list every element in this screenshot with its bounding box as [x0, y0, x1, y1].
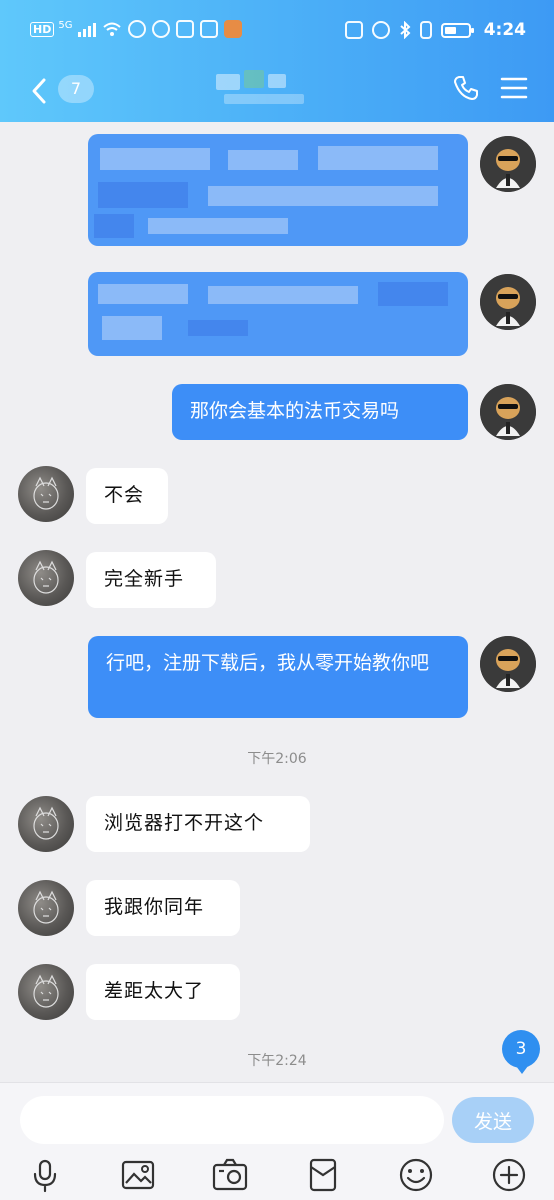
avatar-self[interactable]	[480, 274, 536, 330]
app-notification-icon-3	[200, 20, 219, 38]
message-bubble-outgoing[interactable]: 行吧，注册下载后，我从零开始教你吧	[88, 636, 468, 718]
timestamp: 下午2:24	[247, 1053, 307, 1069]
battery-icon	[440, 22, 474, 38]
wifi-icon	[103, 22, 122, 36]
avatar-self[interactable]	[480, 384, 536, 440]
input-toolbar	[0, 1155, 554, 1200]
phone-call-icon[interactable]	[452, 74, 480, 102]
sketch-cat-avatar-icon	[33, 806, 59, 840]
input-bar: 发送	[0, 1082, 554, 1200]
sketch-cat-avatar-icon	[33, 974, 59, 1008]
alarm-icon	[371, 21, 390, 39]
hd-indicator: HD	[30, 21, 55, 37]
red-packet-icon[interactable]	[303, 1155, 343, 1195]
app-notification-icon-2	[176, 20, 195, 38]
avatar-contact[interactable]	[18, 466, 74, 522]
avatar-contact[interactable]	[18, 550, 74, 606]
network-type: 5G	[58, 19, 73, 31]
chat-app-icon	[152, 20, 171, 38]
unread-count-badge[interactable]: 7	[58, 75, 94, 103]
sketch-cat-avatar-icon	[33, 560, 59, 594]
image-icon[interactable]	[118, 1155, 158, 1195]
message-list[interactable]: 那你会基本的法币交易吗 不会 完全新手 行吧，注册下载后，我从零开始教你吧 下午…	[0, 122, 554, 1082]
back-chevron-icon[interactable]	[28, 76, 52, 106]
cartoon-avatar-icon	[480, 384, 536, 440]
message-bubble-incoming[interactable]: 不会	[86, 468, 168, 524]
status-left: HD 5G	[30, 19, 243, 38]
cartoon-avatar-icon	[480, 136, 536, 192]
plus-icon[interactable]	[489, 1155, 529, 1195]
new-message-count-badge[interactable]: 3	[502, 1030, 540, 1074]
microphone-icon[interactable]	[25, 1155, 65, 1195]
message-bubble-outgoing[interactable]: 那你会基本的法币交易吗	[172, 384, 468, 440]
message-input[interactable]	[20, 1096, 444, 1144]
status-time: 4:24	[483, 20, 526, 40]
message-bubble-incoming[interactable]: 完全新手	[86, 552, 216, 608]
message-bubble-incoming[interactable]: 我跟你同年	[86, 880, 240, 936]
status-bar: HD 5G 4:24	[0, 0, 554, 62]
send-button[interactable]: 发送	[452, 1097, 534, 1143]
sketch-cat-avatar-icon	[33, 476, 59, 510]
cartoon-avatar-icon	[480, 636, 536, 692]
sketch-cat-avatar-icon	[33, 890, 59, 924]
status-right: 4:24	[344, 20, 526, 40]
avatar-contact[interactable]	[18, 964, 74, 1020]
message-bubble-redacted[interactable]	[88, 272, 468, 356]
menu-icon[interactable]	[500, 76, 528, 100]
nfc-icon	[344, 21, 363, 39]
avatar-self[interactable]	[480, 136, 536, 192]
video-app-icon	[224, 20, 243, 38]
avatar-self[interactable]	[480, 636, 536, 692]
emoji-icon[interactable]	[396, 1155, 436, 1195]
message-bubble-incoming[interactable]: 差距太大了	[86, 964, 240, 1020]
title-bar: 7	[0, 62, 554, 122]
bluetooth-icon	[400, 21, 411, 39]
avatar-contact[interactable]	[18, 880, 74, 936]
timestamp: 下午2:06	[247, 751, 307, 767]
cartoon-avatar-icon	[480, 274, 536, 330]
avatar-contact[interactable]	[18, 796, 74, 852]
contact-name-redacted	[210, 70, 330, 106]
signal-icon	[78, 21, 97, 37]
vibrate-icon	[419, 21, 432, 39]
message-bubble-incoming[interactable]: 浏览器打不开这个	[86, 796, 310, 852]
message-bubble-redacted[interactable]	[88, 134, 468, 246]
app-notification-icon	[128, 20, 147, 38]
camera-icon[interactable]	[210, 1155, 250, 1195]
chat-header: HD 5G 4:24 7	[0, 0, 554, 122]
